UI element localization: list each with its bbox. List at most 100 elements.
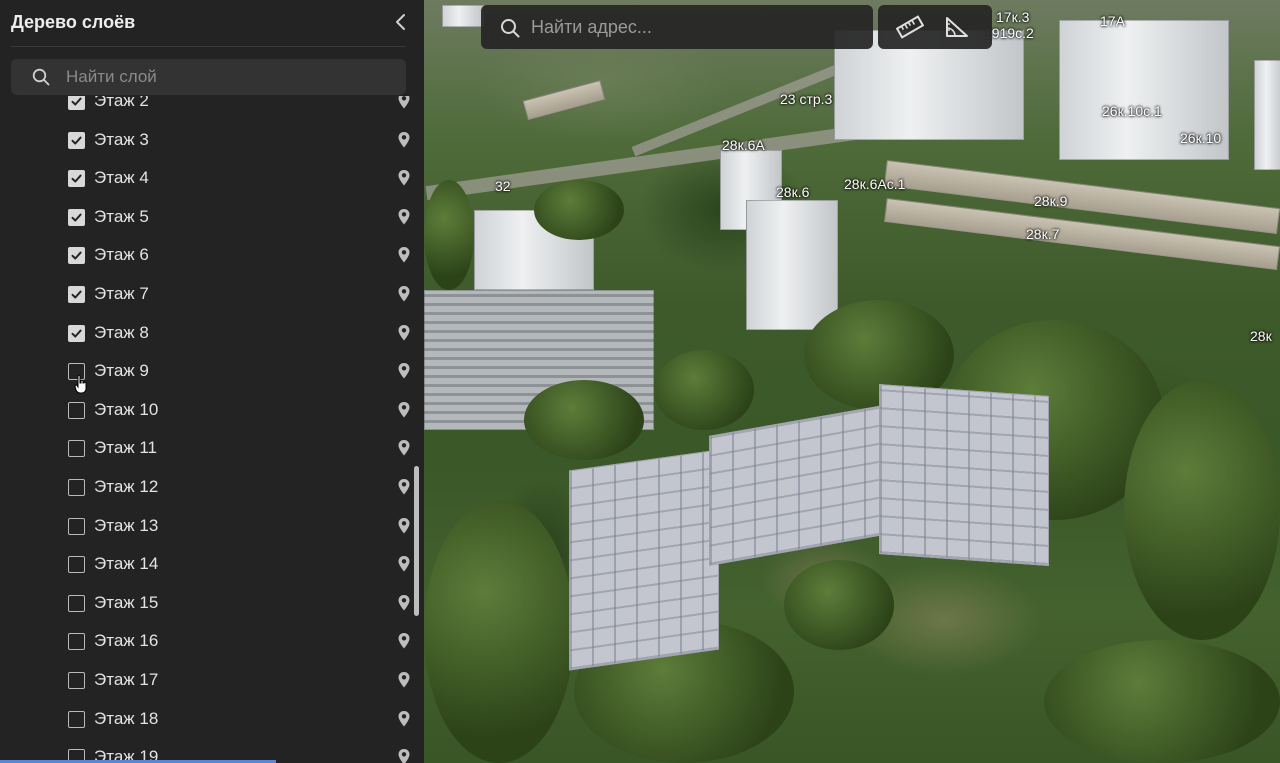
- locate-layer-button[interactable]: [397, 439, 411, 457]
- layer-row[interactable]: Этаж 2: [0, 96, 424, 120]
- layer-checkbox[interactable]: [68, 710, 85, 728]
- checkmark-icon: [71, 174, 82, 183]
- map-label: 28к: [1250, 328, 1272, 344]
- layer-checkbox[interactable]: [68, 324, 85, 342]
- checkmark-icon: [71, 136, 82, 145]
- address-search-input[interactable]: [531, 5, 861, 49]
- layer-label: Этаж 15: [94, 592, 159, 612]
- layer-label: Этаж 14: [94, 554, 159, 574]
- layer-row[interactable]: Этаж 16: [0, 622, 424, 660]
- layer-row[interactable]: Этаж 11: [0, 429, 424, 467]
- layer-checkbox[interactable]: [68, 633, 85, 651]
- building: [442, 5, 484, 27]
- layer-row[interactable]: Этаж 17: [0, 661, 424, 699]
- building: [746, 200, 838, 330]
- layer-row[interactable]: Этаж 3: [0, 121, 424, 159]
- tree-cluster: [1124, 380, 1280, 640]
- map-pin-icon: [398, 247, 410, 263]
- map-pin-icon: [398, 286, 410, 302]
- layer-row[interactable]: Этаж 8: [0, 314, 424, 352]
- angle-measure-button[interactable]: [943, 14, 971, 40]
- checkmark-icon: [71, 251, 82, 260]
- building-model[interactable]: [709, 404, 889, 566]
- locate-layer-button[interactable]: [397, 96, 411, 110]
- layer-checkbox[interactable]: [68, 170, 85, 188]
- locate-layer-button[interactable]: [397, 362, 411, 380]
- locate-layer-button[interactable]: [397, 710, 411, 728]
- layer-label: Этаж 16: [94, 631, 159, 651]
- locate-layer-button[interactable]: [397, 208, 411, 226]
- panel-title: Дерево слоёв: [11, 12, 136, 32]
- hand-cursor-icon: [74, 374, 87, 394]
- locate-layer-button[interactable]: [397, 517, 411, 535]
- map-pin-icon: [398, 401, 410, 418]
- layer-row[interactable]: Этаж 4: [0, 159, 424, 197]
- locate-layer-button[interactable]: [397, 169, 411, 187]
- layer-row[interactable]: Этаж 6: [0, 236, 424, 274]
- layer-checkbox[interactable]: [68, 286, 85, 303]
- locate-layer-button[interactable]: [397, 555, 411, 573]
- layer-tree-panel: Дерево слоёв Этаж 2Этаж 3Этаж 4Этаж 5Эта…: [0, 0, 424, 763]
- map-label: 28к.6Ас.1: [844, 176, 906, 192]
- layer-row[interactable]: Этаж 7: [0, 275, 424, 313]
- layer-row[interactable]: Этаж 13: [0, 507, 424, 545]
- tree-cluster: [1044, 640, 1280, 763]
- search-icon: [32, 68, 50, 86]
- checkmark-icon: [71, 213, 82, 222]
- map-pin-icon: [398, 556, 410, 572]
- layer-checkbox[interactable]: [68, 131, 85, 149]
- map-label: 26к.10: [1180, 130, 1222, 146]
- layer-label: Этаж 2: [94, 96, 149, 110]
- map-pin-icon: [398, 672, 410, 688]
- layer-search-box: [11, 59, 406, 95]
- map-pin-icon: [398, 208, 410, 225]
- locate-layer-button[interactable]: [397, 324, 411, 342]
- layer-checkbox[interactable]: [68, 479, 85, 496]
- layer-checkbox[interactable]: [68, 208, 85, 226]
- layer-checkbox[interactable]: [68, 401, 85, 419]
- layer-checkbox[interactable]: [68, 594, 85, 612]
- map-pin-icon: [398, 517, 410, 534]
- layer-row[interactable]: Этаж 15: [0, 584, 424, 622]
- layer-row[interactable]: Этаж 9: [0, 352, 424, 390]
- map-pin-icon: [398, 440, 410, 456]
- layer-row[interactable]: Этаж 12: [0, 468, 424, 506]
- layer-checkbox[interactable]: [68, 247, 85, 265]
- layer-list: Этаж 2 Этаж 3 Этаж 4 Этаж 5 Этаж 6 Этаж 7 Этаж…: [0, 96, 424, 763]
- layer-checkbox[interactable]: [68, 96, 85, 110]
- map-label: 32: [495, 178, 511, 194]
- chevron-left-icon: [396, 14, 405, 30]
- locate-layer-button[interactable]: [397, 401, 411, 419]
- locate-layer-button[interactable]: [397, 671, 411, 689]
- building-model[interactable]: [879, 384, 1049, 566]
- angle-measure-icon: [946, 17, 968, 37]
- map-label: 28к.6А: [722, 137, 765, 153]
- tree-cluster: [424, 500, 574, 763]
- locate-layer-button[interactable]: [397, 632, 411, 650]
- map-pin-icon: [398, 324, 410, 341]
- layer-row[interactable]: Этаж 18: [0, 700, 424, 738]
- ruler-button[interactable]: [895, 14, 925, 40]
- layer-label: Этаж 7: [94, 284, 149, 303]
- layer-list-scrollbar[interactable]: [414, 466, 419, 616]
- layer-checkbox[interactable]: [68, 672, 85, 689]
- map-3d-view[interactable]: 17к.3 17А 1919с.2 23 стр.3 26к.10с.1 26к…: [424, 0, 1280, 763]
- layer-checkbox[interactable]: [68, 517, 85, 535]
- locate-layer-button[interactable]: [397, 246, 411, 264]
- layer-label: Этаж 4: [94, 168, 149, 188]
- layer-search-input[interactable]: [66, 59, 396, 95]
- locate-layer-button[interactable]: [397, 478, 411, 496]
- locate-layer-button[interactable]: [397, 594, 411, 612]
- locate-layer-button[interactable]: [397, 131, 411, 149]
- building-model[interactable]: [569, 449, 719, 671]
- layer-row[interactable]: Этаж 10: [0, 391, 424, 429]
- layer-row[interactable]: Этаж 14: [0, 545, 424, 583]
- layer-checkbox[interactable]: [68, 556, 85, 574]
- locate-layer-button[interactable]: [397, 748, 411, 763]
- layer-row[interactable]: Этаж 5: [0, 198, 424, 236]
- layer-checkbox[interactable]: [68, 440, 85, 458]
- map-label: 28к.6: [776, 184, 810, 200]
- collapse-panel-button[interactable]: [390, 10, 412, 34]
- locate-layer-button[interactable]: [397, 285, 411, 303]
- map-label: 17к.3: [996, 9, 1030, 25]
